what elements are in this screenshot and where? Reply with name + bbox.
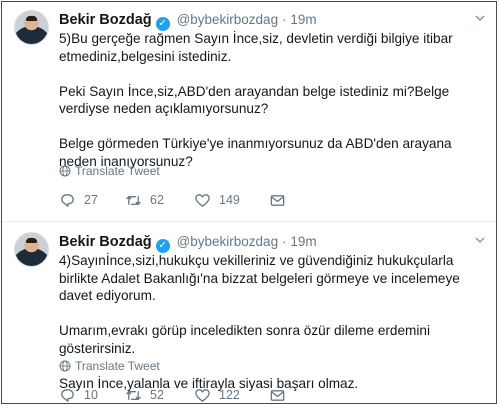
tweet-text: 4)Sayınİnce,sizi,hukukçu vekilleriniz ve…	[59, 252, 476, 410]
retweet-count: 62	[150, 193, 164, 207]
tweet[interactable]: Bekir Bozdağ ✓ @bybekirbozdag · 19m 5)Bu …	[2, 2, 496, 222]
direct-message-button[interactable]	[269, 190, 286, 210]
tweet-paragraph: Peki Sayın İnce,siz,ABD'den arayandan be…	[59, 83, 450, 117]
avatar[interactable]	[14, 232, 49, 267]
author-handle[interactable]: @bybekirbozdag	[177, 234, 279, 249]
like-count: 122	[219, 388, 240, 402]
reply-icon	[61, 388, 74, 402]
translate-tweet-link[interactable]: Translate Tweet	[59, 164, 160, 178]
reply-count: 27	[84, 193, 98, 207]
verified-badge-icon: ✓	[155, 17, 170, 31]
direct-message-icon	[270, 389, 285, 401]
separator: ·	[281, 234, 287, 249]
retweet-icon	[126, 195, 141, 205]
retweet-count: 52	[150, 388, 164, 402]
like-button[interactable]: 122	[194, 385, 240, 405]
reply-count: 10	[84, 388, 98, 402]
tweet-paragraph: Sayın İnce,yalanla ve iftirayla siyasi b…	[59, 375, 359, 391]
author-name[interactable]: Bekir Bozdağ	[59, 234, 152, 250]
retweet-button[interactable]: 62	[125, 190, 164, 210]
translate-label: Translate Tweet	[75, 359, 160, 373]
retweet-icon	[126, 390, 141, 400]
avatar[interactable]	[14, 10, 49, 45]
direct-message-icon	[270, 194, 285, 206]
timeline: Bekir Bozdağ ✓ @bybekirbozdag · 19m 5)Bu …	[1, 1, 497, 404]
tweet-header: Bekir Bozdağ ✓ @bybekirbozdag · 19m	[59, 232, 317, 253]
chevron-down-icon[interactable]	[475, 13, 485, 23]
verified-badge-icon: ✓	[155, 239, 170, 253]
translate-tweet-link[interactable]: Translate Tweet	[59, 359, 160, 373]
translate-label: Translate Tweet	[75, 164, 160, 178]
globe-icon	[59, 165, 71, 177]
reply-button[interactable]: 10	[59, 385, 98, 405]
globe-icon	[59, 360, 71, 372]
timestamp[interactable]: 19m	[290, 12, 316, 27]
separator: ·	[281, 12, 287, 27]
tweet[interactable]: Bekir Bozdağ ✓ @bybekirbozdag · 19m 4)Say…	[2, 222, 496, 404]
reply-icon	[61, 193, 74, 207]
timestamp[interactable]: 19m	[290, 234, 316, 249]
like-button[interactable]: 149	[194, 190, 240, 210]
tweet-paragraph: Umarım,evrakı görüp inceledikten sonra ö…	[59, 323, 430, 356]
like-icon	[195, 388, 210, 402]
author-handle[interactable]: @bybekirbozdag	[177, 12, 279, 27]
direct-message-button[interactable]	[269, 385, 286, 405]
tweet-paragraph: 5)Bu gerçeğe rağmen Sayın İnce,siz, devl…	[59, 31, 453, 64]
tweet-header: Bekir Bozdağ ✓ @bybekirbozdag · 19m	[59, 10, 317, 31]
retweet-button[interactable]: 52	[125, 385, 164, 405]
reply-button[interactable]: 27	[59, 190, 98, 210]
like-count: 149	[219, 193, 240, 207]
like-icon	[195, 193, 210, 207]
tweet-paragraph: 4)Sayınİnce,sizi,hukukçu vekilleriniz ve…	[59, 253, 460, 303]
chevron-down-icon[interactable]	[475, 235, 485, 245]
author-name[interactable]: Bekir Bozdağ	[59, 12, 152, 28]
